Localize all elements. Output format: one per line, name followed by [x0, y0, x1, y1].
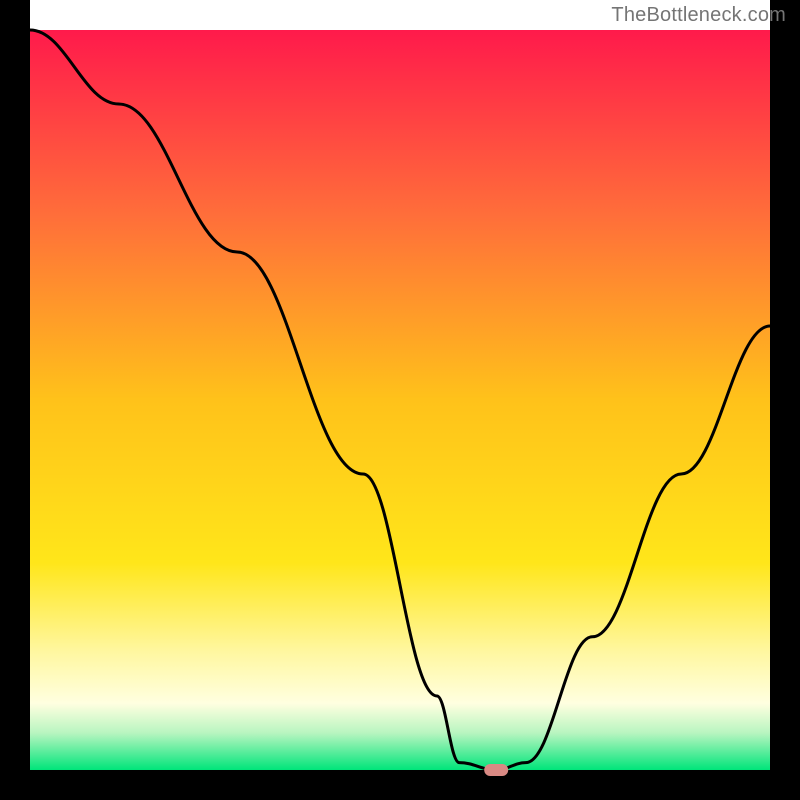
attribution-label: TheBottleneck.com — [611, 4, 786, 27]
frame-right — [770, 0, 800, 800]
chart-container: TheBottleneck.com — [0, 0, 800, 800]
plot-area — [30, 30, 770, 770]
frame-bottom — [0, 770, 800, 800]
frame-left — [0, 0, 30, 800]
bottleneck-chart — [0, 0, 800, 800]
minimum-marker — [484, 764, 508, 776]
